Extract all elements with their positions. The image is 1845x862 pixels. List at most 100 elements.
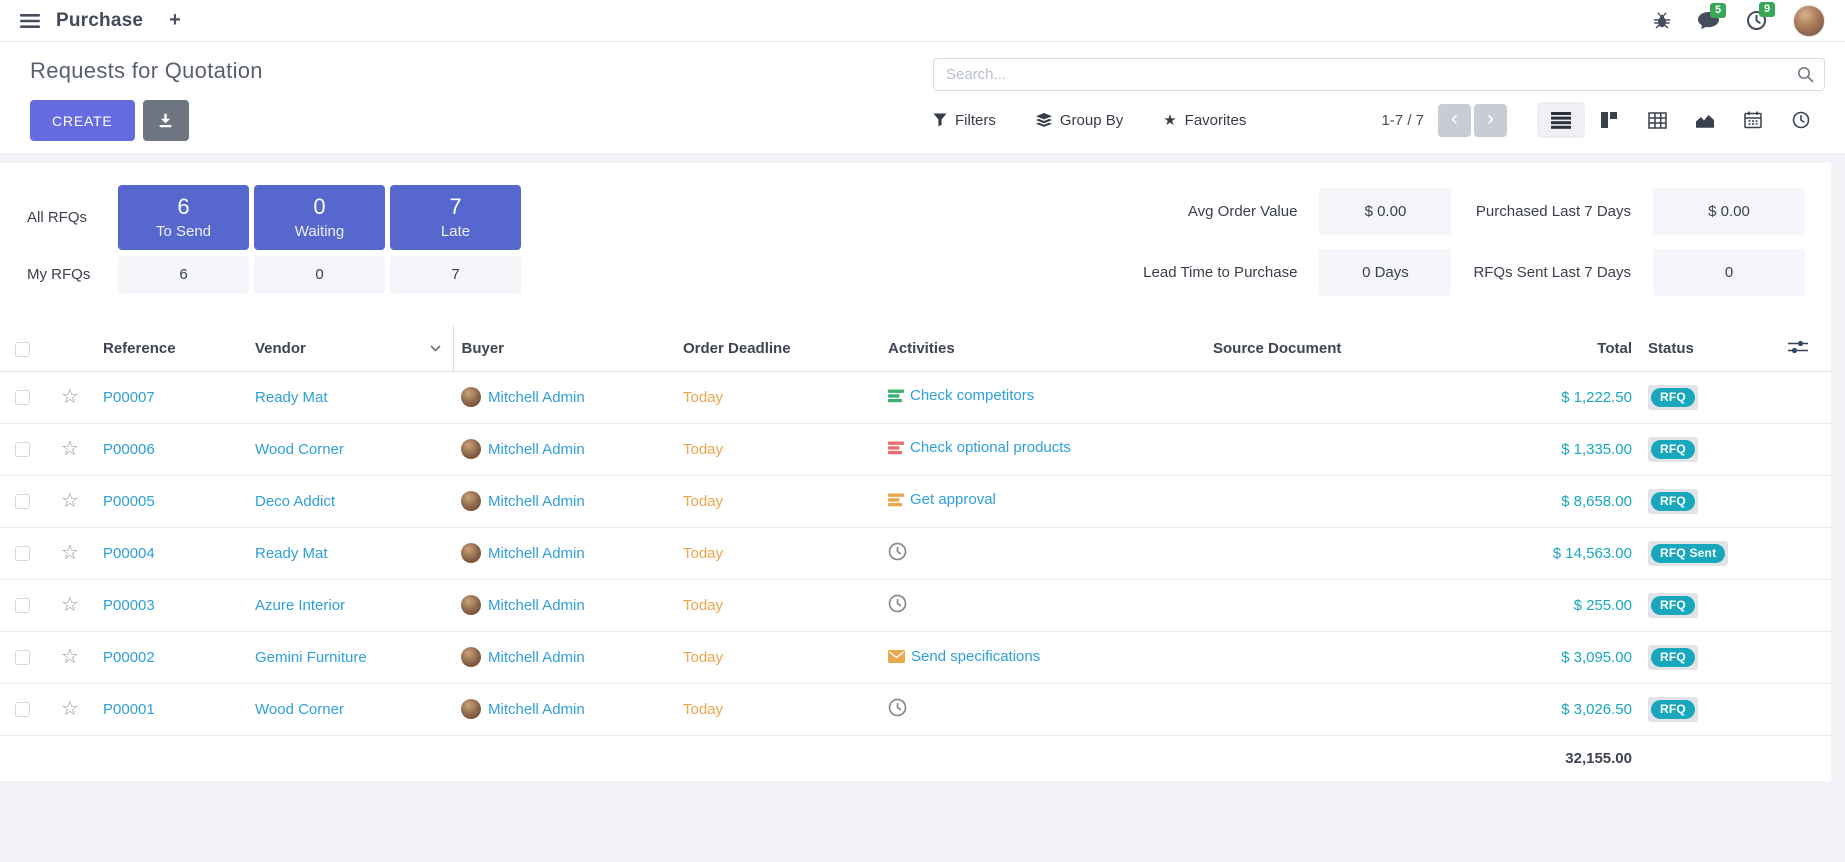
reference-link[interactable]: P00004 xyxy=(103,545,155,562)
vendor-link[interactable]: Azure Interior xyxy=(255,597,345,614)
favorite-star-icon[interactable]: ☆ xyxy=(61,386,79,408)
favorites-button[interactable]: ★ Favorites xyxy=(1163,111,1246,129)
table-row[interactable]: ☆ P00003 Azure Interior Mitchell Admin T… xyxy=(0,579,1832,631)
hamburger-menu-icon[interactable] xyxy=(20,13,40,29)
vendor-link[interactable]: Gemini Furniture xyxy=(255,649,367,666)
vendor-link[interactable]: Ready Mat xyxy=(255,389,328,406)
my-to-send-count[interactable]: 6 xyxy=(118,256,249,294)
column-header-activities[interactable]: Activities xyxy=(880,326,1205,372)
column-header-order-deadline[interactable]: Order Deadline xyxy=(675,326,880,372)
buyer-link[interactable]: Mitchell Admin xyxy=(488,701,585,718)
clock-icon[interactable] xyxy=(888,698,907,717)
my-late-count[interactable]: 7 xyxy=(390,256,521,294)
row-checkbox[interactable] xyxy=(15,494,30,509)
buyer-link[interactable]: Mitchell Admin xyxy=(488,441,585,458)
tasks-icon[interactable] xyxy=(888,493,904,507)
source-document-cell xyxy=(1205,527,1475,579)
list-view-button[interactable] xyxy=(1537,102,1585,138)
vendor-link[interactable]: Ready Mat xyxy=(255,545,328,562)
row-checkbox[interactable] xyxy=(15,442,30,457)
table-row[interactable]: ☆ P00002 Gemini Furniture Mitchell Admin… xyxy=(0,631,1832,683)
table-header-row: Reference Vendor Buyer Order Deadline Ac… xyxy=(0,326,1832,372)
user-avatar[interactable] xyxy=(1793,5,1825,37)
favorite-star-icon[interactable]: ☆ xyxy=(61,542,79,564)
top-navbar: Purchase + 5 9 xyxy=(0,0,1845,42)
card-to-send[interactable]: 6 To Send xyxy=(118,185,249,250)
buyer-link[interactable]: Mitchell Admin xyxy=(488,493,585,510)
search-icon[interactable] xyxy=(1797,66,1814,88)
total-amount: $ 8,658.00 xyxy=(1561,493,1632,510)
source-document-cell xyxy=(1205,371,1475,423)
column-header-reference[interactable]: Reference xyxy=(95,326,247,372)
reference-link[interactable]: P00003 xyxy=(103,597,155,614)
table-row[interactable]: ☆ P00007 Ready Mat Mitchell Admin Today … xyxy=(0,371,1832,423)
reference-link[interactable]: P00005 xyxy=(103,493,155,510)
messages-icon[interactable]: 5 xyxy=(1697,11,1720,30)
activity-view-button[interactable] xyxy=(1777,102,1825,138)
card-waiting[interactable]: 0 Waiting xyxy=(254,185,385,250)
tasks-icon[interactable] xyxy=(888,441,904,455)
row-checkbox[interactable] xyxy=(15,390,30,405)
tasks-icon[interactable] xyxy=(888,389,904,403)
export-download-button[interactable] xyxy=(143,100,189,141)
activities-clock-icon[interactable]: 9 xyxy=(1746,10,1767,31)
row-checkbox[interactable] xyxy=(15,650,30,665)
kanban-view-icon xyxy=(1600,111,1618,129)
calendar-view-button[interactable] xyxy=(1729,102,1777,138)
envelope-icon[interactable] xyxy=(888,650,905,663)
reference-link[interactable]: P00006 xyxy=(103,441,155,458)
activity-label[interactable]: Check optional products xyxy=(910,439,1071,456)
clock-icon[interactable] xyxy=(888,542,907,561)
search-input[interactable] xyxy=(933,58,1825,91)
column-header-source-document[interactable]: Source Document xyxy=(1205,326,1475,372)
table-row[interactable]: ☆ P00005 Deco Addict Mitchell Admin Toda… xyxy=(0,475,1832,527)
my-waiting-count[interactable]: 0 xyxy=(254,256,385,294)
kpi-rfqs-sent-7d-label: RFQs Sent Last 7 Days xyxy=(1473,264,1631,281)
group-by-button[interactable]: Group By xyxy=(1036,112,1123,129)
favorite-star-icon[interactable]: ☆ xyxy=(61,646,79,668)
favorite-star-icon[interactable]: ☆ xyxy=(61,438,79,460)
filters-button[interactable]: Filters xyxy=(933,112,996,129)
graph-view-button[interactable] xyxy=(1681,102,1729,138)
reference-link[interactable]: P00002 xyxy=(103,649,155,666)
status-badge: RFQ xyxy=(1648,385,1698,410)
reference-link[interactable]: P00001 xyxy=(103,701,155,718)
vendor-link[interactable]: Wood Corner xyxy=(255,441,344,458)
row-checkbox[interactable] xyxy=(15,546,30,561)
table-row[interactable]: ☆ P00006 Wood Corner Mitchell Admin Toda… xyxy=(0,423,1832,475)
table-row[interactable]: ☆ P00001 Wood Corner Mitchell Admin Toda… xyxy=(0,683,1832,735)
vendor-link[interactable]: Wood Corner xyxy=(255,701,344,718)
clock-icon[interactable] xyxy=(888,594,907,613)
vendor-link[interactable]: Deco Addict xyxy=(255,493,335,510)
favorite-star-icon[interactable]: ☆ xyxy=(61,490,79,512)
new-tab-button[interactable]: + xyxy=(169,9,181,32)
buyer-link[interactable]: Mitchell Admin xyxy=(488,545,585,562)
column-header-status[interactable]: Status xyxy=(1640,326,1780,372)
buyer-link[interactable]: Mitchell Admin xyxy=(488,649,585,666)
activity-label[interactable]: Check competitors xyxy=(910,387,1034,404)
buyer-link[interactable]: Mitchell Admin xyxy=(488,389,585,406)
purchase-dashboard: All RFQs 6 To Send 0 Waiting 7 Late My R… xyxy=(0,163,1831,326)
favorite-star-icon[interactable]: ☆ xyxy=(61,698,79,720)
buyer-link[interactable]: Mitchell Admin xyxy=(488,597,585,614)
create-button[interactable]: CREATE xyxy=(30,100,135,141)
reference-link[interactable]: P00007 xyxy=(103,389,155,406)
column-header-vendor[interactable]: Vendor xyxy=(247,326,453,372)
pager-next-button[interactable]: › xyxy=(1474,104,1507,137)
optional-columns-icon[interactable] xyxy=(1788,340,1808,354)
select-all-checkbox[interactable] xyxy=(15,342,30,357)
column-header-buyer[interactable]: Buyer xyxy=(453,326,675,372)
card-late[interactable]: 7 Late xyxy=(390,185,521,250)
activity-label[interactable]: Get approval xyxy=(910,491,996,508)
kanban-view-button[interactable] xyxy=(1585,102,1633,138)
pager-previous-button[interactable]: ‹ xyxy=(1438,104,1471,137)
activity-label[interactable]: Send specifications xyxy=(911,648,1040,665)
debug-bug-icon[interactable] xyxy=(1653,12,1671,29)
table-row[interactable]: ☆ P00004 Ready Mat Mitchell Admin Today … xyxy=(0,527,1832,579)
column-header-total[interactable]: Total xyxy=(1475,326,1640,372)
favorite-star-icon[interactable]: ☆ xyxy=(61,594,79,616)
row-checkbox[interactable] xyxy=(15,702,30,717)
app-name[interactable]: Purchase xyxy=(56,10,143,32)
pivot-view-button[interactable] xyxy=(1633,102,1681,138)
row-checkbox[interactable] xyxy=(15,598,30,613)
